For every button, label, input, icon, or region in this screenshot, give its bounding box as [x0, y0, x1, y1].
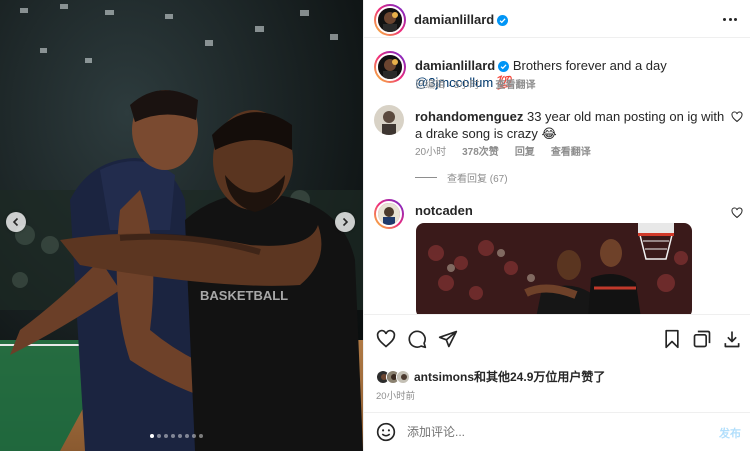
likes-count-text[interactable]: antsimons和其他24.9万位用户赞了 — [414, 368, 605, 385]
caption-avatar[interactable] — [374, 51, 406, 83]
carousel-dot — [178, 434, 182, 438]
post-media: BASKETBALL — [0, 0, 363, 451]
likers-avatars — [376, 369, 410, 384]
more-options-button[interactable] — [723, 12, 737, 26]
carousel-prev-button[interactable] — [6, 212, 26, 232]
carousel-next-button[interactable] — [335, 212, 355, 232]
comment-meta: 20小时 378次赞 回复 查看翻译 — [415, 143, 591, 158]
comment-username[interactable]: notcaden — [415, 203, 473, 218]
comment-likes-count[interactable]: 378次赞 — [462, 143, 499, 158]
carousel-dot — [199, 434, 203, 438]
multiple-images-icon[interactable] — [692, 329, 712, 349]
carousel-dot — [192, 434, 196, 438]
view-replies-button[interactable]: 查看回复 (67) — [415, 170, 508, 185]
comments-scroll-area[interactable]: damianlillard Brothers forever and a day… — [364, 39, 750, 314]
commenter-avatar[interactable] — [374, 199, 404, 229]
smiley-icon[interactable] — [376, 422, 396, 442]
comment-time: 20小时 — [415, 147, 447, 158]
comment-text: rohandomenguez 33 year old man posting o… — [415, 108, 725, 142]
add-comment-bar: 发布 — [364, 412, 750, 451]
comment-text: notcaden — [415, 202, 725, 219]
comment-emoji: 😂 — [541, 126, 557, 141]
comment-like-heart-icon[interactable] — [731, 207, 743, 219]
replies-divider — [415, 177, 437, 178]
bookmark-icon[interactable] — [662, 329, 682, 349]
carousel-dots — [150, 434, 203, 438]
author-username[interactable]: damianlillard — [414, 12, 509, 27]
verified-badge-icon — [498, 61, 510, 72]
post-comment-button[interactable]: 发布 — [719, 425, 741, 441]
caption-meta: 已编辑 · 5小时 查看翻译 — [415, 76, 535, 91]
edited-label: 已编辑 — [415, 80, 445, 91]
post-timestamp[interactable]: 20小时前 — [376, 388, 415, 402]
caption-translate-link[interactable]: 查看翻译 — [495, 76, 535, 91]
comment-username[interactable]: rohandomenguez — [415, 109, 523, 124]
chevron-right-icon — [342, 217, 349, 227]
carousel-dot — [157, 434, 161, 438]
post-photo: BASKETBALL — [0, 0, 363, 451]
comment-input[interactable] — [407, 421, 697, 443]
commenter-avatar[interactable] — [374, 105, 404, 135]
likes-summary[interactable]: antsimons和其他24.9万位用户赞了 — [376, 368, 605, 385]
caption-time: 5小时 — [453, 80, 480, 91]
action-bar — [364, 314, 750, 366]
download-icon[interactable] — [722, 329, 742, 349]
instagram-post-modal: BASKETBALL damianlillard damianlillard B… — [0, 0, 750, 451]
chevron-left-icon — [12, 217, 19, 227]
author-avatar[interactable] — [374, 4, 406, 36]
carousel-dot — [150, 434, 154, 438]
liker-avatar — [396, 369, 410, 384]
comment-translate-link[interactable]: 查看翻译 — [551, 143, 591, 158]
carousel-dot — [185, 434, 189, 438]
paper-plane-icon[interactable] — [438, 329, 458, 349]
heart-icon[interactable] — [376, 329, 396, 349]
carousel-dot — [164, 434, 168, 438]
verified-badge-icon — [497, 15, 509, 26]
comment-attached-image[interactable] — [416, 223, 692, 314]
view-replies-label: 查看回复 (67) — [447, 174, 508, 185]
comment-bubble-icon[interactable] — [407, 329, 427, 349]
svg-text:BASKETBALL: BASKETBALL — [200, 288, 288, 303]
comment-reply-button[interactable]: 回复 — [515, 143, 535, 158]
post-details-panel: damianlillard damianlillard Brothers for… — [363, 0, 750, 451]
caption-body: Brothers forever and a day — [512, 58, 667, 73]
caption-username[interactable]: damianlillard — [415, 58, 495, 73]
post-header: damianlillard — [364, 0, 750, 38]
comment-like-heart-icon[interactable] — [731, 111, 743, 123]
carousel-dot — [171, 434, 175, 438]
